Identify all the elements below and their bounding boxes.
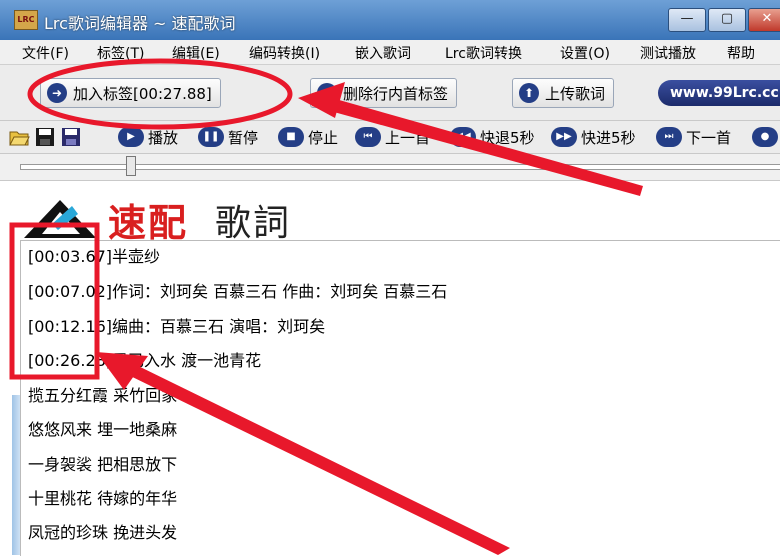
menu-test-play[interactable]: 测试播放 (640, 43, 696, 63)
menu-encoding[interactable]: 编码转换(I) (249, 43, 320, 63)
close-button[interactable]: ✕ (748, 8, 780, 32)
window-title: Lrc歌词编辑器 ~ 速配歌词 (44, 14, 236, 33)
add-tag-button[interactable]: ➜ 加入标签[00:27.88] (40, 78, 221, 108)
minimize-button[interactable]: — (668, 8, 706, 32)
save-icon[interactable] (34, 126, 56, 148)
pause-icon: ❚❚ (198, 127, 224, 147)
delete-tag-label: 删除行内首标签 (343, 84, 449, 103)
menu-lrc-convert[interactable]: Lrc歌词转换 (445, 43, 522, 63)
lyric-line[interactable]: 悠悠风来 埋一地桑麻 (28, 416, 177, 440)
lyric-line[interactable]: 凤冠的珍珠 挽进头发 (28, 519, 177, 543)
seek-bar (0, 154, 780, 181)
rewind-icon: ◀◀ (450, 127, 476, 147)
left-scroll-strip[interactable] (12, 395, 20, 555)
stop-icon: ■ (278, 127, 304, 147)
seek-thumb[interactable] (126, 156, 137, 176)
record-icon: ● (752, 127, 778, 147)
lyric-line[interactable]: [00:26.28]墨已入水 渡一池青花 (28, 347, 261, 371)
brand-red-text: 速配 (108, 200, 189, 245)
previous-track-button[interactable]: ⏮ 上一首 (355, 124, 430, 150)
previous-icon: ⏮ (355, 127, 381, 147)
menu-bar: 文件(F) 标签(T) 编辑(E) 编码转换(I) 嵌入歌词 Lrc歌词转换 设… (0, 40, 780, 65)
forward-icon: ▶▶ (551, 127, 577, 147)
lyric-line[interactable]: [00:12.16]编曲：百慕三石 演唱：刘珂矣 (28, 313, 325, 337)
delete-tag-button[interactable]: ⬅ 删除行内首标签 (310, 78, 458, 108)
website-link-button[interactable]: www.99Lrc.cc (658, 80, 780, 106)
menu-help[interactable]: 帮助 (727, 43, 755, 63)
open-folder-icon[interactable] (8, 126, 30, 148)
tag-toolbar: ➜ 加入标签[00:27.88] ⬅ 删除行内首标签 ⬆ 上传歌词 www.99… (0, 65, 780, 121)
arrow-up-icon: ⬆ (519, 83, 539, 103)
upload-lyrics-label: 上传歌词 (545, 84, 606, 103)
play-label: 播放 (148, 128, 179, 147)
add-tag-label: 加入标签[00:27.88] (73, 84, 212, 103)
upload-lyrics-button[interactable]: ⬆ 上传歌词 (512, 78, 615, 108)
next-icon: ⏭ (656, 127, 682, 147)
app-lrc-icon: LRC (14, 10, 38, 30)
brand-black-text: 歌詞 (215, 203, 292, 244)
forward-label: 快进5秒 (581, 128, 636, 147)
menu-settings[interactable]: 设置(O) (560, 43, 610, 63)
stop-button[interactable]: ■ 停止 (278, 124, 338, 150)
pause-button[interactable]: ❚❚ 暂停 (198, 124, 258, 150)
brand-logo-icon (24, 200, 96, 238)
arrow-left-icon: ⬅ (317, 83, 337, 103)
next-track-button[interactable]: ⏭ 下一首 (656, 124, 731, 150)
lyric-line[interactable]: [00:03.67]半壶纱 (28, 243, 160, 267)
brand-banner: 速配 歌詞 (20, 190, 340, 245)
previous-label: 上一首 (385, 128, 431, 147)
maximize-button[interactable]: ▢ (708, 8, 746, 32)
menu-file[interactable]: 文件(F) (22, 43, 69, 63)
next-label: 下一首 (686, 128, 732, 147)
lyric-line[interactable]: 十里桃花 待嫁的年华 (28, 485, 177, 509)
title-bar: LRC Lrc歌词编辑器 ~ 速配歌词 — ▢ ✕ (0, 0, 780, 40)
save-as-icon[interactable] (60, 126, 82, 148)
record-button[interactable]: ● (752, 124, 780, 150)
forward-button[interactable]: ▶▶ 快进5秒 (551, 124, 636, 150)
rewind-label: 快退5秒 (480, 128, 535, 147)
pause-label: 暂停 (228, 128, 259, 147)
menu-tag[interactable]: 标签(T) (97, 43, 144, 63)
lyric-line[interactable]: 一身袈裟 把相思放下 (28, 451, 177, 475)
arrow-right-icon: ➜ (47, 83, 67, 103)
play-icon: ▶ (118, 127, 144, 147)
player-toolbar: ▶ 播放 ❚❚ 暂停 ■ 停止 ⏮ 上一首 ◀◀ 快退5秒 ▶▶ 快进5秒 ⏭ … (0, 121, 780, 154)
lyric-line[interactable]: [00:07.02]作词：刘珂矣 百慕三石 作曲：刘珂矣 百慕三石 (28, 278, 447, 302)
menu-edit[interactable]: 编辑(E) (172, 43, 220, 63)
stop-label: 停止 (308, 128, 339, 147)
play-button[interactable]: ▶ 播放 (118, 124, 178, 150)
lyric-line[interactable]: 揽五分红霞 采竹回家 (28, 382, 177, 406)
menu-embed-lyrics[interactable]: 嵌入歌词 (355, 43, 411, 63)
rewind-button[interactable]: ◀◀ 快退5秒 (450, 124, 535, 150)
